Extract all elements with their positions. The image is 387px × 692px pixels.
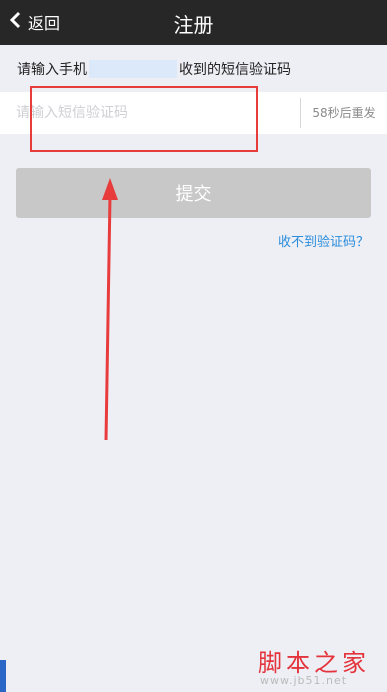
- watermark-logo: 脚本之家: [258, 649, 370, 677]
- annotation-arrow: [102, 178, 118, 441]
- annotation-arrow-shaft: [104, 195, 112, 441]
- watermark-url: www.jb51.net: [260, 674, 348, 687]
- annotation-arrow-head: [102, 178, 118, 200]
- left-edge-accent: [0, 660, 6, 692]
